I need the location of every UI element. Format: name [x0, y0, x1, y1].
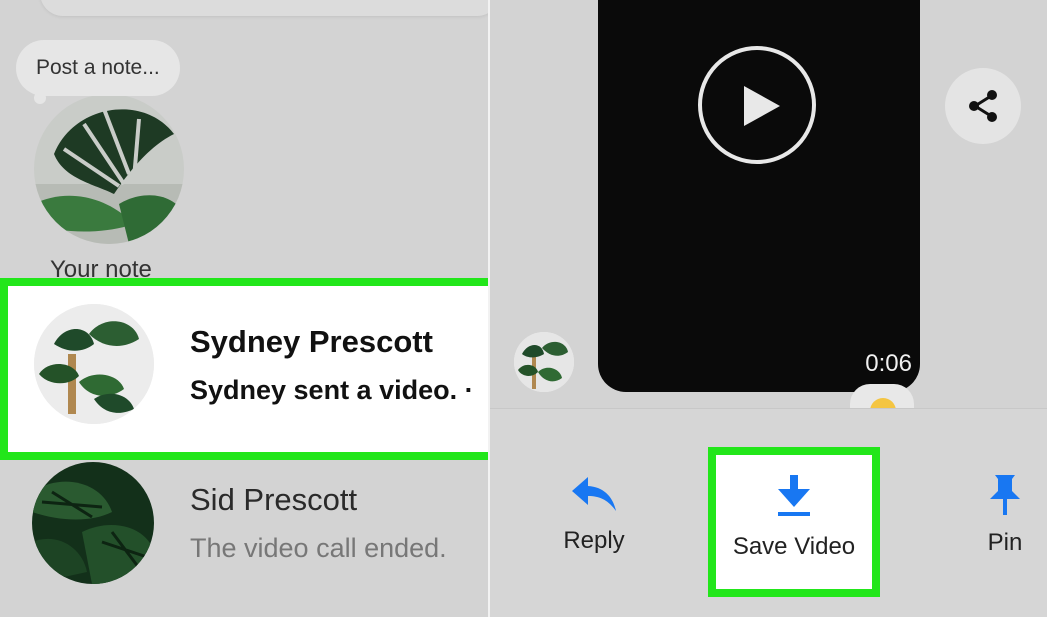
- reply-button[interactable]: Reply: [534, 475, 654, 555]
- pin-icon: [990, 475, 1020, 515]
- share-icon[interactable]: [945, 68, 1021, 144]
- sender-avatar: [514, 332, 574, 392]
- save-video-label: Save Video: [732, 533, 856, 560]
- download-icon: [778, 475, 810, 516]
- note-bubble-tail: [34, 92, 46, 104]
- conversation-last-message: The video call ended.: [190, 533, 447, 563]
- post-note-bubble[interactable]: Post a note...: [16, 40, 180, 96]
- reply-icon: [572, 477, 616, 511]
- pin-label: Pin: [987, 529, 1023, 556]
- conversation-name: Sydney Prescott: [190, 324, 433, 359]
- conversation-avatar: [34, 304, 154, 424]
- message-action-sheet: Reply Save Video Pin: [490, 408, 1047, 617]
- conversation-name: Sid Prescott: [190, 482, 358, 517]
- message-options-panel: 0:06 Reply Save Video Pin: [490, 0, 1047, 617]
- your-avatar[interactable]: [34, 94, 184, 244]
- conversation-last-message: Sydney sent a video. ·: [190, 375, 474, 405]
- play-icon[interactable]: [698, 46, 816, 164]
- conversation-avatar[interactable]: [32, 462, 154, 584]
- chat-list-panel: Post a note... Your note Sydney Prescott…: [0, 0, 488, 617]
- video-duration: 0:06: [865, 350, 912, 377]
- save-video-button[interactable]: Save Video: [708, 447, 880, 597]
- pin-button[interactable]: Pin: [960, 475, 1047, 557]
- video-message[interactable]: 0:06: [598, 0, 920, 392]
- search-bar[interactable]: [40, 0, 488, 16]
- reply-label: Reply: [563, 527, 625, 554]
